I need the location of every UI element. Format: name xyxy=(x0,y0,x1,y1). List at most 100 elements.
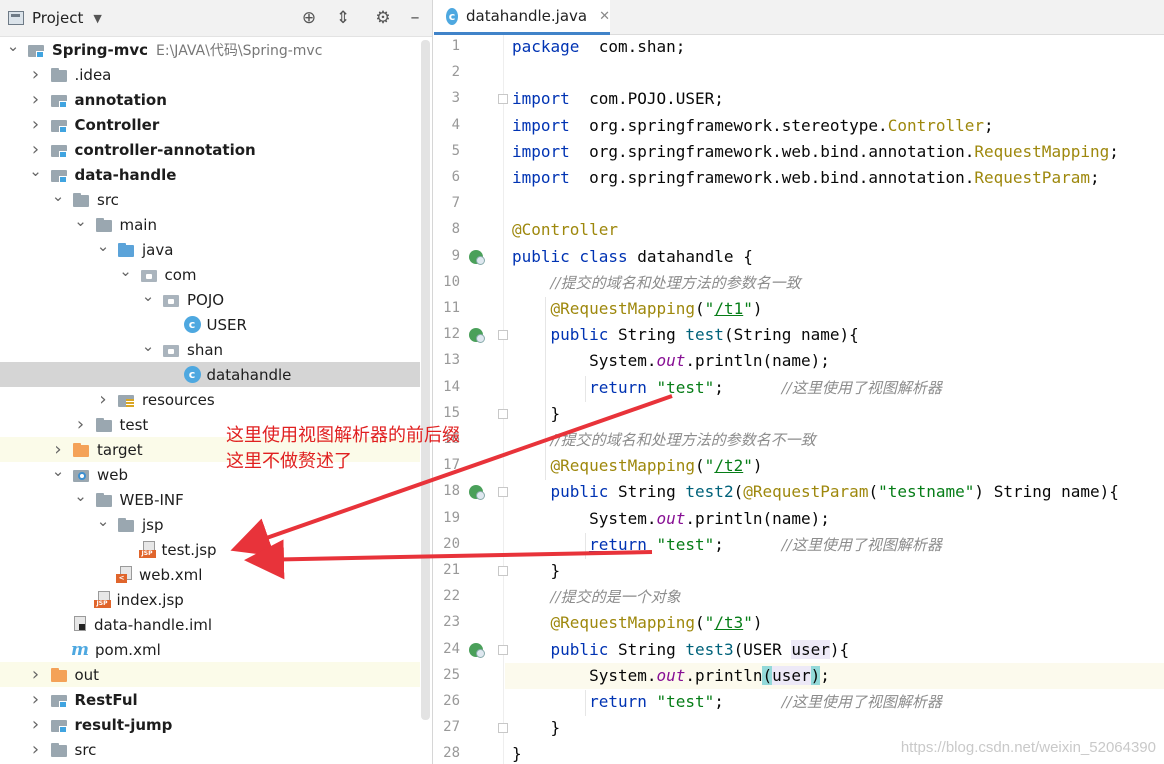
chevron-down-icon[interactable]: ⌄ xyxy=(119,263,133,278)
code-token: " xyxy=(704,299,715,318)
close-icon[interactable]: ✕ xyxy=(599,9,610,24)
tree-item--idea[interactable]: › .idea xyxy=(0,62,420,87)
chevron-right-icon[interactable]: › xyxy=(29,689,43,710)
code-token: datahandle { xyxy=(637,246,753,266)
code-token: //这里使用了视图解析器 xyxy=(781,535,942,554)
chevron-right-icon[interactable]: › xyxy=(29,739,43,760)
tree-item-jsp[interactable]: ⌄ jsp xyxy=(0,512,420,537)
chevron-down-icon[interactable]: ⌄ xyxy=(74,213,88,228)
tree-item-test-jsp[interactable]: JSP test.jsp xyxy=(0,537,420,562)
chevron-down-icon[interactable]: ⌄ xyxy=(141,288,155,303)
tree-item-spring-mvc[interactable]: ⌄ Spring-mvc E:\JAVA\代码\Spring-mvc xyxy=(0,37,420,62)
code-token: ( xyxy=(868,482,879,502)
tree-item-label: pom.xml xyxy=(95,640,161,659)
chevron-down-icon[interactable]: ⌄ xyxy=(96,513,110,528)
chevron-down-icon[interactable]: ⌄ xyxy=(6,38,20,53)
tree-item-main[interactable]: ⌄ main xyxy=(0,212,420,237)
tree-item-controller[interactable]: › Controller xyxy=(0,112,420,137)
line-number: 26 xyxy=(443,693,460,709)
tree-item-label: controller-annotation xyxy=(74,140,256,159)
code-token: ; xyxy=(1089,168,1100,187)
code-token: System. xyxy=(512,351,657,371)
tab-datahandle-java[interactable]: c datahandle.java ✕ xyxy=(434,0,610,35)
code-token: ) String name){ xyxy=(974,482,1119,502)
chevron-down-icon[interactable]: ⌄ xyxy=(74,488,88,503)
code-token: @RequestMapping xyxy=(550,456,696,476)
tree-item-resources[interactable]: › resources xyxy=(0,387,420,412)
tree-item-web-inf[interactable]: ⌄ WEB-INF xyxy=(0,487,420,512)
tree-item-com[interactable]: ⌄ com xyxy=(0,262,420,287)
tree-item-label: index.jsp xyxy=(116,590,184,609)
spring-bean-icon[interactable] xyxy=(469,249,485,265)
tree-item-data-handle[interactable]: ⌄ data-handle xyxy=(0,162,420,187)
tree-item-label: test.jsp xyxy=(161,540,217,559)
collapse-all-icon[interactable]: ⇕ xyxy=(332,7,354,29)
code-line: public class datahandle { xyxy=(505,244,1164,270)
tree-item-src[interactable]: › src xyxy=(0,737,420,762)
tree-item-label: data-handle.iml xyxy=(94,615,213,634)
code-token: } xyxy=(512,718,561,738)
line-number: 24 xyxy=(443,640,460,657)
chevron-right-icon[interactable]: › xyxy=(29,64,43,85)
tree-item-result-jump[interactable]: › result-jump xyxy=(0,712,420,737)
code-line: } xyxy=(505,715,1164,741)
tree-scrollbar[interactable] xyxy=(421,40,430,720)
tree-item-user[interactable]: c USER xyxy=(0,312,420,337)
gear-icon[interactable]: ⚙ xyxy=(372,7,394,29)
request-mapping-icon[interactable] xyxy=(469,485,485,501)
web-folder-icon xyxy=(71,467,93,483)
tree-item-label: web xyxy=(97,465,129,484)
tree-item-annotation[interactable]: › annotation xyxy=(0,87,420,112)
folder-icon xyxy=(94,217,116,233)
chevron-right-icon[interactable]: › xyxy=(29,114,43,135)
chevron-right-icon[interactable]: › xyxy=(29,714,43,735)
code-token: String xyxy=(617,639,686,659)
project-view-selector[interactable]: Project ▼ xyxy=(8,9,102,27)
minimize-icon[interactable]: – xyxy=(404,7,426,29)
chevron-right-icon[interactable]: › xyxy=(74,414,88,435)
chevron-right-icon[interactable]: › xyxy=(29,89,43,110)
tree-item-label: jsp xyxy=(142,515,164,534)
chevron-down-icon[interactable]: ⌄ xyxy=(51,463,65,478)
tree-item-out[interactable]: › out xyxy=(0,662,420,687)
indent-guide xyxy=(585,375,586,402)
code-line: @Controller xyxy=(505,217,1164,243)
tree-item-restful[interactable]: › RestFul xyxy=(0,687,420,712)
tree-item-label: .idea xyxy=(74,65,112,84)
line-number: 23 xyxy=(443,614,460,631)
code-token: (USER xyxy=(733,639,792,659)
code-text-area[interactable]: package com.shan; import com.POJO.USER; im… xyxy=(505,35,1164,764)
code-line: import org.springframework.web.bind.anno… xyxy=(505,165,1164,191)
chevron-right-icon[interactable]: › xyxy=(29,664,43,685)
tree-item-java[interactable]: ⌄ java xyxy=(0,237,420,262)
locate-file-icon[interactable]: ⊕ xyxy=(298,7,320,29)
chevron-right-icon[interactable]: › xyxy=(29,139,43,160)
chevron-down-icon[interactable]: ⌄ xyxy=(51,188,65,203)
code-line: System.out.println(name); xyxy=(505,348,1164,374)
tree-item-src[interactable]: ⌄ src xyxy=(0,187,420,212)
chevron-right-icon[interactable]: › xyxy=(96,389,110,410)
chevron-down-icon[interactable]: ⌄ xyxy=(29,163,43,178)
request-mapping-icon[interactable] xyxy=(469,328,485,344)
tree-item-datahandle[interactable]: c datahandle xyxy=(0,362,420,387)
code-token: " xyxy=(743,299,753,318)
chevron-down-icon[interactable]: ⌄ xyxy=(141,338,155,353)
tree-item-pojo[interactable]: ⌄ POJO xyxy=(0,287,420,312)
code-token: user xyxy=(772,665,811,685)
tree-item-pom-xml[interactable]: m pom.xml xyxy=(0,637,420,662)
module-folder-icon xyxy=(49,692,71,708)
tree-item-data-handle-iml[interactable]: data-handle.iml xyxy=(0,612,420,637)
tree-item-controller-annotation[interactable]: › controller-annotation xyxy=(0,137,420,162)
tree-item-shan[interactable]: ⌄ shan xyxy=(0,337,420,362)
tree-item-index-jsp[interactable]: JSP index.jsp xyxy=(0,587,420,612)
tree-item-label: Spring-mvc xyxy=(52,40,149,59)
request-mapping-icon[interactable] xyxy=(469,642,485,658)
code-token: @Controller xyxy=(512,220,618,240)
chevron-right-icon[interactable]: › xyxy=(51,439,65,460)
tree-item-web-xml[interactable]: < web.xml xyxy=(0,562,420,587)
chevron-down-icon[interactable]: ⌄ xyxy=(96,238,110,253)
tree-item-label: web.xml xyxy=(139,565,203,584)
tree-item-label: RestFul xyxy=(74,690,138,709)
